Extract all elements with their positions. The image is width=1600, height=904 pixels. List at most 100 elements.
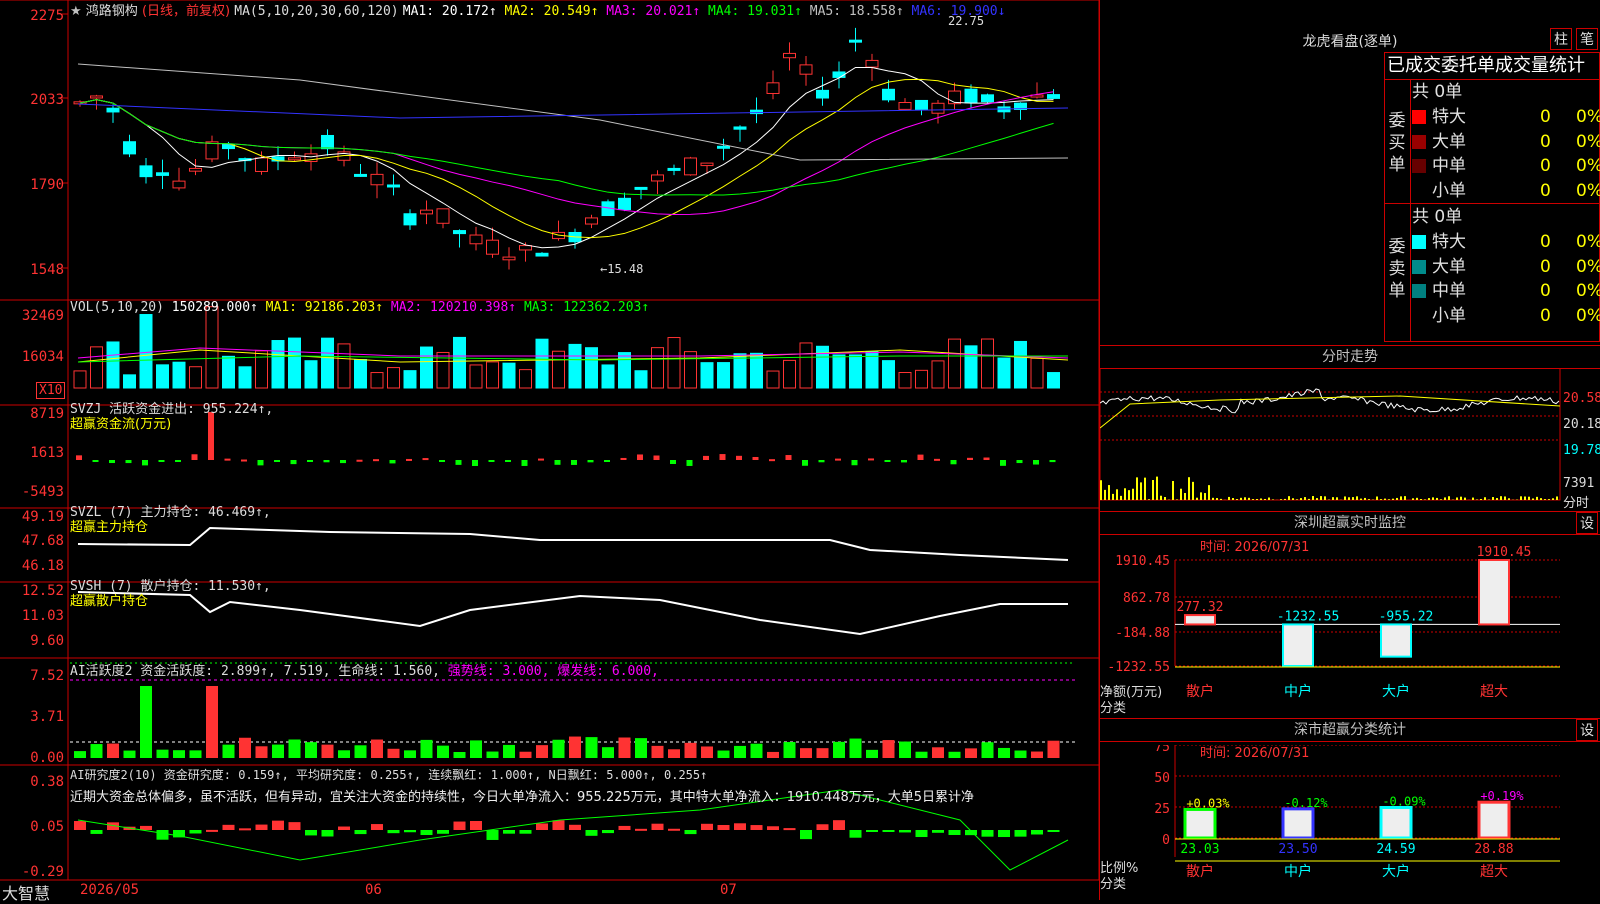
flow-bar (538, 459, 544, 461)
activity-bar (619, 738, 631, 758)
brand-logo[interactable]: 大智慧 (2, 880, 50, 904)
flow-bar (126, 460, 132, 463)
activity-bar (916, 752, 928, 758)
research-bar (751, 825, 763, 830)
lhb-tabs[interactable]: 已成交委托单成交量统计 (1384, 52, 1600, 80)
research-bar (685, 830, 697, 834)
flow-bar (555, 460, 561, 465)
volume-bar (718, 363, 730, 388)
intraday-vol (1348, 497, 1350, 500)
color-swatch-icon (1412, 159, 1426, 173)
intraday-vol (1460, 497, 1462, 500)
delta-label: +0.03% (1186, 796, 1230, 810)
bar-mode-button[interactable]: 柱 (1550, 28, 1572, 50)
flow-bar (670, 460, 676, 464)
intraday-vol (1400, 496, 1402, 500)
research-bar (932, 830, 944, 833)
research-bar (833, 820, 845, 830)
intraday-vol (1496, 498, 1498, 500)
order-size-label: 大单 (1432, 257, 1466, 277)
svzj-tick: 8719 (0, 406, 64, 422)
chart-mode[interactable]: (日线，前复权) (142, 4, 230, 19)
research-bar (635, 829, 647, 831)
order-count: 0 (1540, 154, 1551, 178)
activity-bar (520, 752, 532, 758)
volume-bar (322, 338, 334, 388)
candle (652, 175, 664, 181)
flow-bar (373, 459, 379, 461)
vol-tick: 32469 (0, 308, 64, 324)
price-tick: 1790 (30, 177, 64, 193)
activity-bar (454, 752, 466, 758)
intraday-vol (1236, 499, 1238, 500)
flow-bar (901, 460, 907, 462)
flow-bar (423, 458, 429, 460)
activity-bar (487, 752, 499, 758)
intraday-chart[interactable] (1100, 368, 1600, 510)
intraday-vol (1140, 482, 1142, 500)
ai2-tick: 0.38 (0, 774, 64, 790)
svzl-tick: 47.68 (0, 533, 64, 549)
intraday-vol (1440, 499, 1442, 500)
intraday-vol (1360, 499, 1362, 500)
volume-bar (668, 338, 680, 388)
intraday-vol (1472, 498, 1474, 500)
intraday-vol (1144, 478, 1146, 500)
ai1-tick: 3.71 (0, 709, 64, 725)
volume-bar (404, 371, 416, 388)
star-icon[interactable]: ★ (70, 4, 82, 19)
volume-bar (850, 355, 862, 388)
flow-bar (687, 460, 693, 466)
kline-chart-area[interactable] (0, 0, 1100, 900)
flow-bar (241, 460, 247, 462)
flow-bar (1000, 460, 1006, 466)
delta-label: +0.19% (1480, 789, 1524, 803)
flow-bar (769, 459, 775, 461)
intraday-vol (1216, 498, 1218, 500)
ratio-value: 23.03 (1180, 842, 1219, 857)
research-bar (619, 826, 631, 830)
holding-line (78, 528, 1068, 560)
ai1-tick: 0.00 (0, 750, 64, 766)
category-label: 中户 (1284, 683, 1312, 700)
class-xlabel: 分类 (1100, 873, 1126, 892)
date-tick: 2026/05 (80, 882, 139, 898)
intraday-vol (1508, 498, 1510, 500)
intraday-vol (1352, 497, 1354, 500)
y-tick-label: 50 (1154, 771, 1170, 786)
candle (965, 89, 977, 103)
volume-bar (289, 338, 301, 388)
order-count: 0 (1540, 304, 1551, 328)
intraday-vol (1444, 497, 1446, 500)
intraday-vol (1536, 497, 1538, 500)
volume-bar (965, 346, 977, 388)
intraday-vol (1244, 497, 1246, 500)
research-bar (569, 825, 581, 830)
intraday-vol (1232, 498, 1234, 500)
volume-bar (916, 370, 928, 388)
order-percent: 0% (1576, 304, 1600, 328)
volume-bar (223, 356, 235, 388)
activity-bar (536, 745, 548, 758)
stock-name: 鸿路钢构 (86, 4, 138, 19)
flow-bar (93, 460, 99, 462)
volume-bar (520, 370, 532, 388)
category-label: 大户 (1382, 683, 1410, 700)
svzl-tick: 46.18 (0, 558, 64, 574)
volume-bar (652, 348, 664, 388)
chart-frame (1100, 368, 1560, 500)
ai1-header: AI活跃度2 资金活跃度: 2.899↑, 7.519, 生命线: 1.560,… (70, 660, 659, 679)
order-percent: 0% (1576, 130, 1600, 154)
candle (140, 166, 152, 177)
class-settings-button[interactable]: 设 (1576, 719, 1598, 741)
tick-mode-button[interactable]: 笔 (1576, 28, 1598, 50)
research-bar (256, 825, 268, 830)
ma-value: MA1: 20.172↑ (403, 4, 497, 19)
vol-unit: X10 (36, 382, 65, 399)
candle (470, 235, 482, 244)
volume-bar (800, 343, 812, 388)
research-bar (602, 830, 614, 833)
activity-bar (800, 748, 812, 758)
monitor-settings-button[interactable]: 设 (1576, 512, 1598, 534)
candle (586, 218, 598, 224)
